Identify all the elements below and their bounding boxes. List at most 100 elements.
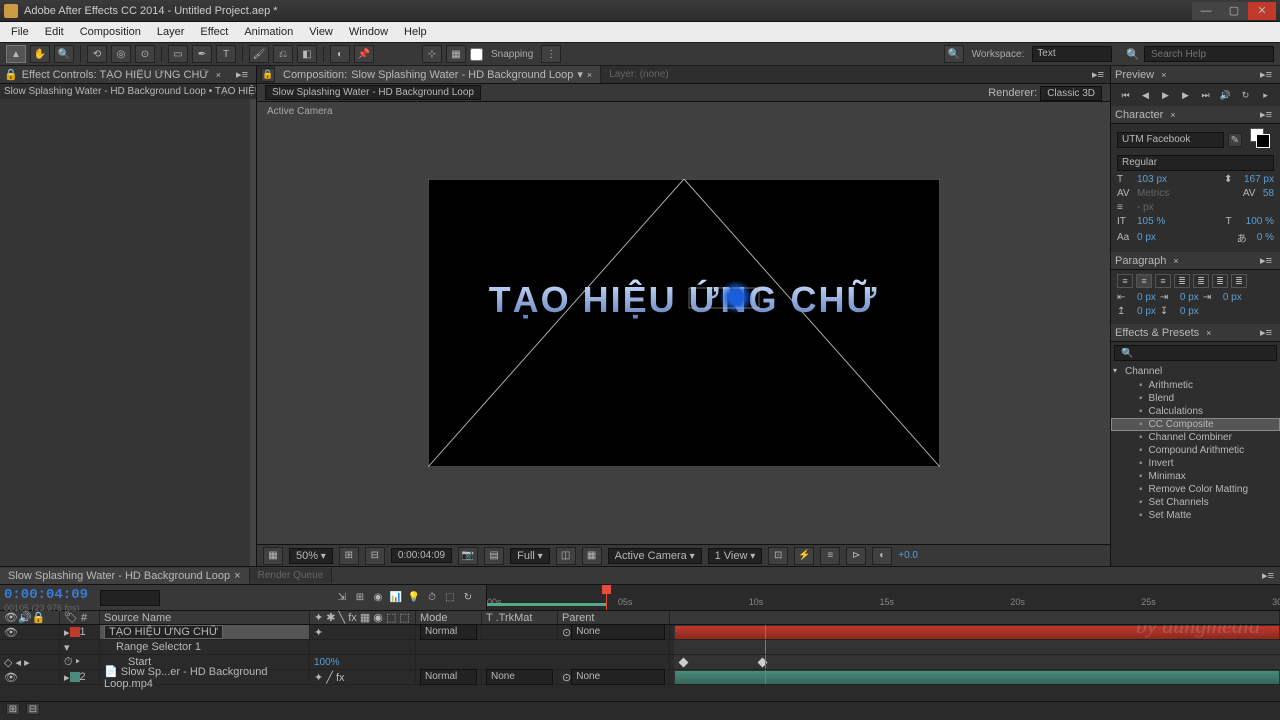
- timeline-layer-row[interactable]: 👁 ▸ 2 📄 Slow Sp...er - HD Background Loo…: [0, 670, 1280, 685]
- anchor-icon[interactable]: ⊹: [422, 45, 442, 63]
- motion-blur-icon[interactable]: ◉: [370, 590, 386, 606]
- search-icon[interactable]: 🔍: [944, 45, 964, 63]
- space-after-value[interactable]: 0 px: [1180, 306, 1199, 317]
- frame-blend-icon[interactable]: ⊞: [352, 590, 368, 606]
- comp-breadcrumb[interactable]: Slow Splashing Water - HD Background Loo…: [265, 85, 481, 100]
- timeline-layer-row[interactable]: ▾ Range Selector 1: [0, 640, 1280, 655]
- timeline-menu-icon[interactable]: ▸≡: [1256, 569, 1280, 582]
- ram-preview-button[interactable]: ▸: [1258, 88, 1274, 102]
- grid-icon[interactable]: ⊞: [339, 547, 359, 565]
- col-source-name[interactable]: Source Name: [100, 611, 310, 624]
- fast-preview-icon[interactable]: ⚡: [794, 547, 814, 565]
- flowchart-icon[interactable]: ⊳: [846, 547, 866, 565]
- mask-icon[interactable]: ▦: [446, 45, 466, 63]
- tsume-value[interactable]: 0 %: [1257, 232, 1274, 243]
- channel-icon[interactable]: ▤: [484, 547, 504, 565]
- pixel-aspect-icon[interactable]: ⊡: [768, 547, 788, 565]
- last-frame-button[interactable]: ⏭: [1198, 88, 1214, 102]
- layer-tab[interactable]: Layer: (none): [601, 67, 676, 82]
- view-layout-select[interactable]: 1 View ▾: [708, 548, 763, 564]
- paragraph-tab-close[interactable]: ×: [1170, 256, 1181, 266]
- time-ruler[interactable]: 00s05s10s15s20s25s30s: [486, 585, 1280, 610]
- font-style-select[interactable]: Regular: [1117, 155, 1274, 171]
- guides-icon[interactable]: ⊟: [365, 547, 385, 565]
- justify-all-button[interactable]: ≣: [1231, 274, 1247, 288]
- layer-search-input[interactable]: [100, 590, 160, 606]
- align-center-button[interactable]: ≡: [1136, 274, 1152, 288]
- menu-file[interactable]: File: [4, 24, 36, 40]
- play-button[interactable]: ▶: [1158, 88, 1174, 102]
- col-trkmat[interactable]: T .TrkMat: [482, 611, 558, 624]
- toggle-switches-icon[interactable]: ⊞: [6, 703, 20, 715]
- preview-tab[interactable]: Preview: [1115, 69, 1154, 81]
- effect-item[interactable]: CC Composite: [1111, 418, 1280, 431]
- effects-menu-icon[interactable]: ▸≡: [1256, 326, 1276, 339]
- time-display[interactable]: 0:00:04:09: [391, 548, 452, 563]
- menu-layer[interactable]: Layer: [150, 24, 192, 40]
- justify-right-button[interactable]: ≣: [1212, 274, 1228, 288]
- tab-close-icon[interactable]: ×: [213, 70, 224, 80]
- current-time[interactable]: 0:00:04:09: [4, 587, 92, 603]
- transparency-icon[interactable]: ▦: [582, 547, 602, 565]
- effects-category[interactable]: Channel: [1111, 364, 1280, 379]
- character-menu-icon[interactable]: ▸≡: [1256, 108, 1276, 121]
- menu-view[interactable]: View: [302, 24, 340, 40]
- effects-tab-close[interactable]: ×: [1203, 328, 1214, 338]
- menu-composition[interactable]: Composition: [73, 24, 148, 40]
- paragraph-menu-icon[interactable]: ▸≡: [1256, 254, 1276, 267]
- rect-tool[interactable]: ▭: [168, 45, 188, 63]
- hand-tool[interactable]: ✋: [30, 45, 50, 63]
- audio-button[interactable]: 🔊: [1218, 88, 1234, 102]
- draft-3d-icon[interactable]: ⬚: [442, 590, 458, 606]
- auto-keyframe-icon[interactable]: ⏱: [424, 590, 440, 606]
- pan-behind-tool[interactable]: ⊙: [135, 45, 155, 63]
- col-mode[interactable]: Mode: [416, 611, 482, 624]
- exposure-reset-icon[interactable]: ◐: [872, 547, 892, 565]
- justify-left-button[interactable]: ≣: [1174, 274, 1190, 288]
- loop-button[interactable]: ↻: [1238, 88, 1254, 102]
- snapshot-icon[interactable]: 📷: [458, 547, 478, 565]
- comp-tab-close-icon[interactable]: ×: [587, 70, 592, 80]
- font-family-select[interactable]: UTM Facebook: [1117, 132, 1224, 148]
- minimize-button[interactable]: —: [1192, 2, 1220, 20]
- menu-window[interactable]: Window: [342, 24, 395, 40]
- comp-panel-menu-icon[interactable]: ▸≡: [1086, 68, 1110, 81]
- shy-toggle-icon[interactable]: ⇲: [334, 590, 350, 606]
- stroke-color-swatch[interactable]: [1256, 134, 1270, 148]
- preview-menu-icon[interactable]: ▸≡: [1256, 68, 1276, 81]
- menu-edit[interactable]: Edit: [38, 24, 71, 40]
- render-queue-tab[interactable]: Render Queue: [250, 568, 333, 583]
- layer-track-bar[interactable]: [674, 640, 1280, 654]
- snap-options[interactable]: ⋮: [541, 45, 561, 63]
- brush-tool[interactable]: 🖌: [249, 45, 269, 63]
- tab-lock-icon[interactable]: 🔒: [261, 68, 275, 82]
- roi-icon[interactable]: ◫: [556, 547, 576, 565]
- menu-animation[interactable]: Animation: [237, 24, 300, 40]
- space-before-value[interactable]: 0 px: [1137, 306, 1156, 317]
- effect-item[interactable]: Channel Combiner: [1111, 431, 1280, 444]
- menu-effect[interactable]: Effect: [193, 24, 235, 40]
- timeline-comp-tab[interactable]: Slow Splashing Water - HD Background Loo…: [0, 568, 250, 584]
- tracking-value[interactable]: 58: [1263, 188, 1274, 199]
- effect-controls-tab[interactable]: Effect Controls: TẠO HIỆU ỨNG CHỮ: [22, 69, 209, 81]
- camera-tool[interactable]: ◎: [111, 45, 131, 63]
- search-help-input[interactable]: [1144, 46, 1274, 62]
- indent-left-value[interactable]: 0 px: [1137, 292, 1156, 303]
- leading-value[interactable]: 167 px: [1244, 174, 1274, 185]
- eraser-tool[interactable]: ◧: [297, 45, 317, 63]
- clone-tool[interactable]: ⎌: [273, 45, 293, 63]
- zoom-tool[interactable]: 🔍: [54, 45, 74, 63]
- preview-tab-close[interactable]: ×: [1158, 70, 1169, 80]
- roto-tool[interactable]: ◐: [330, 45, 350, 63]
- first-frame-button[interactable]: ⏮: [1118, 88, 1134, 102]
- indent-first-value[interactable]: 0 px: [1180, 292, 1199, 303]
- effect-item[interactable]: Set Channels: [1111, 496, 1280, 509]
- graph-editor-icon[interactable]: 📊: [388, 590, 404, 606]
- paragraph-tab[interactable]: Paragraph: [1115, 255, 1166, 267]
- renderer-select[interactable]: Classic 3D: [1040, 86, 1102, 101]
- effect-item[interactable]: Remove Color Matting: [1111, 483, 1280, 496]
- justify-center-button[interactable]: ≣: [1193, 274, 1209, 288]
- effect-item[interactable]: Arithmetic: [1111, 379, 1280, 392]
- stroke-width-value[interactable]: - px: [1137, 202, 1154, 213]
- pen-tool[interactable]: ✒: [192, 45, 212, 63]
